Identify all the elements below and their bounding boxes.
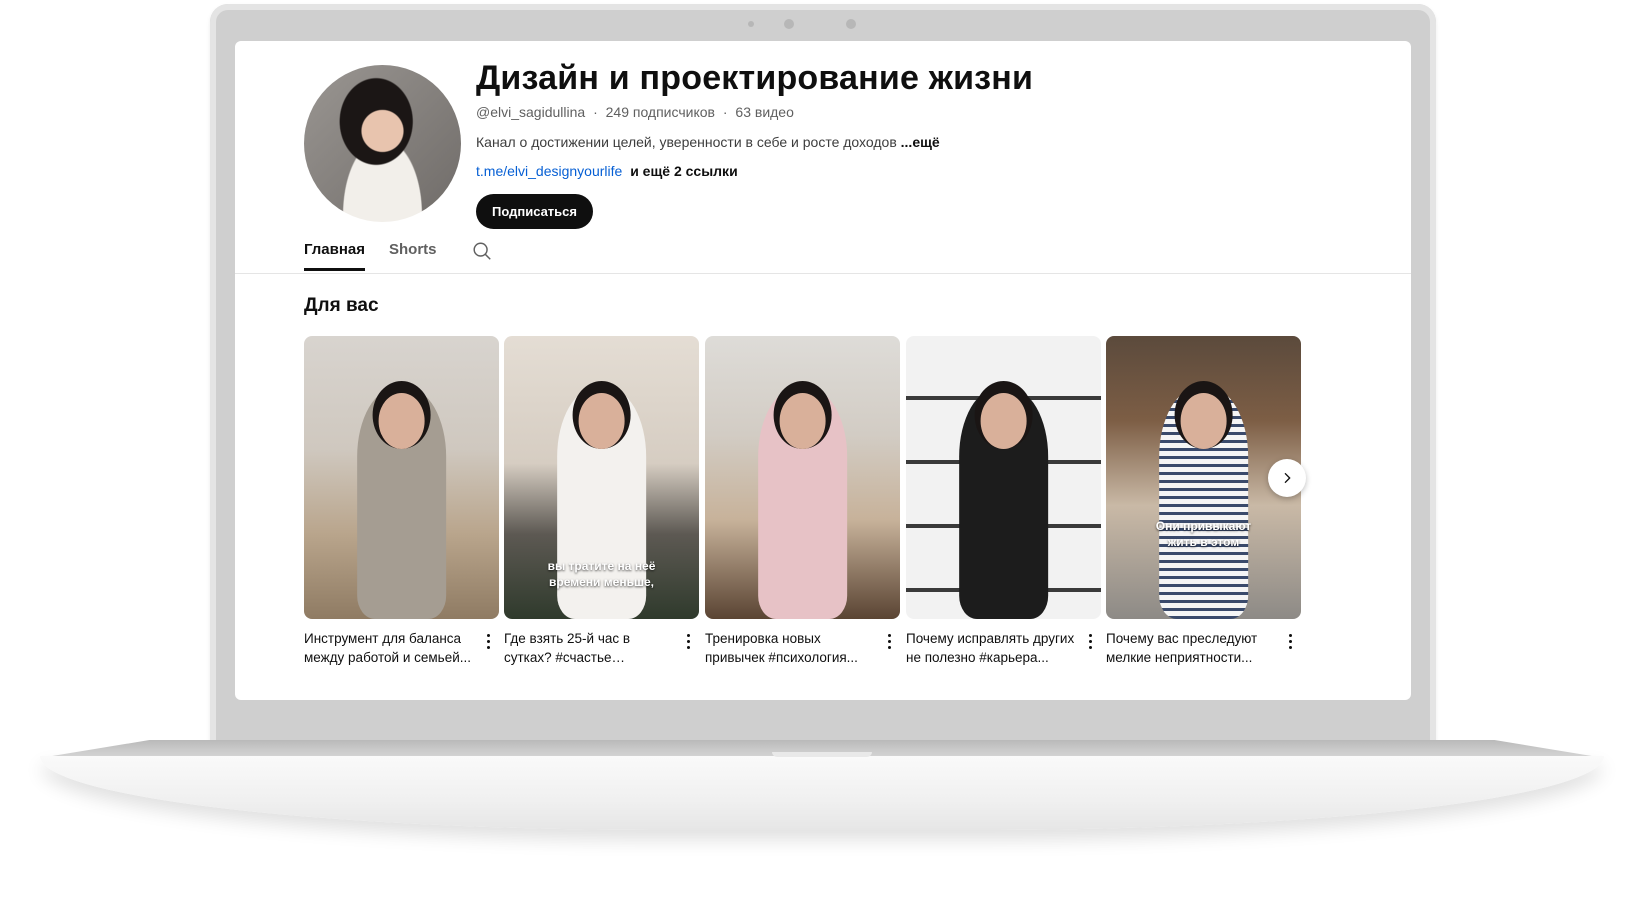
shorts-shelf: Инструмент для баланса между работой и с… xyxy=(304,336,1306,681)
shelf-next-button[interactable] xyxy=(1268,459,1306,497)
video-count: 63 видео xyxy=(735,104,794,120)
channel-tabs: Главная Shorts xyxy=(304,241,493,281)
video-thumbnail[interactable] xyxy=(304,336,499,619)
more-vert-icon[interactable] xyxy=(481,631,495,651)
video-title[interactable]: Инструмент для баланса между работой и с… xyxy=(304,629,474,667)
channel-description[interactable]: Канал о достижении целей, уверенности в … xyxy=(476,134,940,150)
video-overlay-caption: вы тратите на неё времени меньше, xyxy=(547,559,656,590)
video-title[interactable]: Почему исправлять других не полезно #кар… xyxy=(906,629,1076,667)
channel-links: t.me/elvi_designyourlife и ещё 2 ссылки xyxy=(476,163,738,179)
channel-avatar[interactable] xyxy=(304,65,461,222)
video-card[interactable]: Инструмент для баланса между работой и с… xyxy=(304,336,499,667)
video-thumbnail[interactable] xyxy=(906,336,1101,619)
video-card[interactable]: Почему исправлять других не полезно #кар… xyxy=(906,336,1101,667)
thumbnail-face xyxy=(578,392,625,450)
section-title: Для вас xyxy=(304,295,379,316)
video-card[interactable]: Они привыкают жить в этом Почему вас пре… xyxy=(1106,336,1301,667)
thumbnail-face xyxy=(378,392,425,450)
tab-home[interactable]: Главная xyxy=(304,241,366,271)
search-icon[interactable] xyxy=(471,240,493,262)
tab-shorts[interactable]: Shorts xyxy=(389,241,437,270)
thumbnail-face xyxy=(980,392,1027,450)
video-title[interactable]: Почему вас преследуют мелкие неприятност… xyxy=(1106,629,1276,667)
channel-link[interactable]: t.me/elvi_designyourlife xyxy=(476,163,622,179)
camera-dot xyxy=(748,21,754,27)
video-title[interactable]: Где взять 25-й час в сутках? #счастье #к… xyxy=(504,629,674,667)
more-links[interactable]: и ещё 2 ссылки xyxy=(630,163,737,179)
video-overlay-caption: Они привыкают жить в этом xyxy=(1155,519,1252,550)
subscribe-button[interactable]: Подписаться xyxy=(476,194,593,229)
description-text: Канал о достижении целей, уверенности в … xyxy=(476,134,897,150)
meta-separator: · xyxy=(593,104,598,120)
laptop-notch xyxy=(772,752,872,757)
video-thumbnail[interactable] xyxy=(705,336,900,619)
channel-meta: @elvi_sagidullina · 249 подписчиков · 63… xyxy=(476,104,794,120)
video-title[interactable]: Тренировка новых привычек #психология... xyxy=(705,629,875,667)
more-vert-icon[interactable] xyxy=(1083,631,1097,651)
thumbnail-face xyxy=(1180,392,1227,450)
chevron-right-icon xyxy=(1284,472,1291,484)
tabs-divider xyxy=(235,273,1411,274)
video-thumbnail[interactable]: вы тратите на неё времени меньше, xyxy=(504,336,699,619)
camera-dot xyxy=(846,19,856,29)
thumbnail-face xyxy=(779,392,826,450)
more-vert-icon[interactable] xyxy=(681,631,695,651)
laptop-base xyxy=(40,756,1604,830)
video-card[interactable]: вы тратите на неё времени меньше, Где вз… xyxy=(504,336,699,667)
more-vert-icon[interactable] xyxy=(882,631,896,651)
camera-lens xyxy=(784,19,794,29)
more-vert-icon[interactable] xyxy=(1283,631,1297,651)
description-more-link[interactable]: ...ещё xyxy=(901,134,940,150)
meta-separator: · xyxy=(722,104,728,120)
channel-handle: @elvi_sagidullina xyxy=(476,104,586,120)
video-card[interactable]: Тренировка новых привычек #психология... xyxy=(705,336,900,667)
subscriber-count: 249 подписчиков xyxy=(605,104,715,120)
channel-title: Дизайн и проектирование жизни xyxy=(476,59,1034,97)
channel-page: Дизайн и проектирование жизни @elvi_sagi… xyxy=(235,41,1411,700)
